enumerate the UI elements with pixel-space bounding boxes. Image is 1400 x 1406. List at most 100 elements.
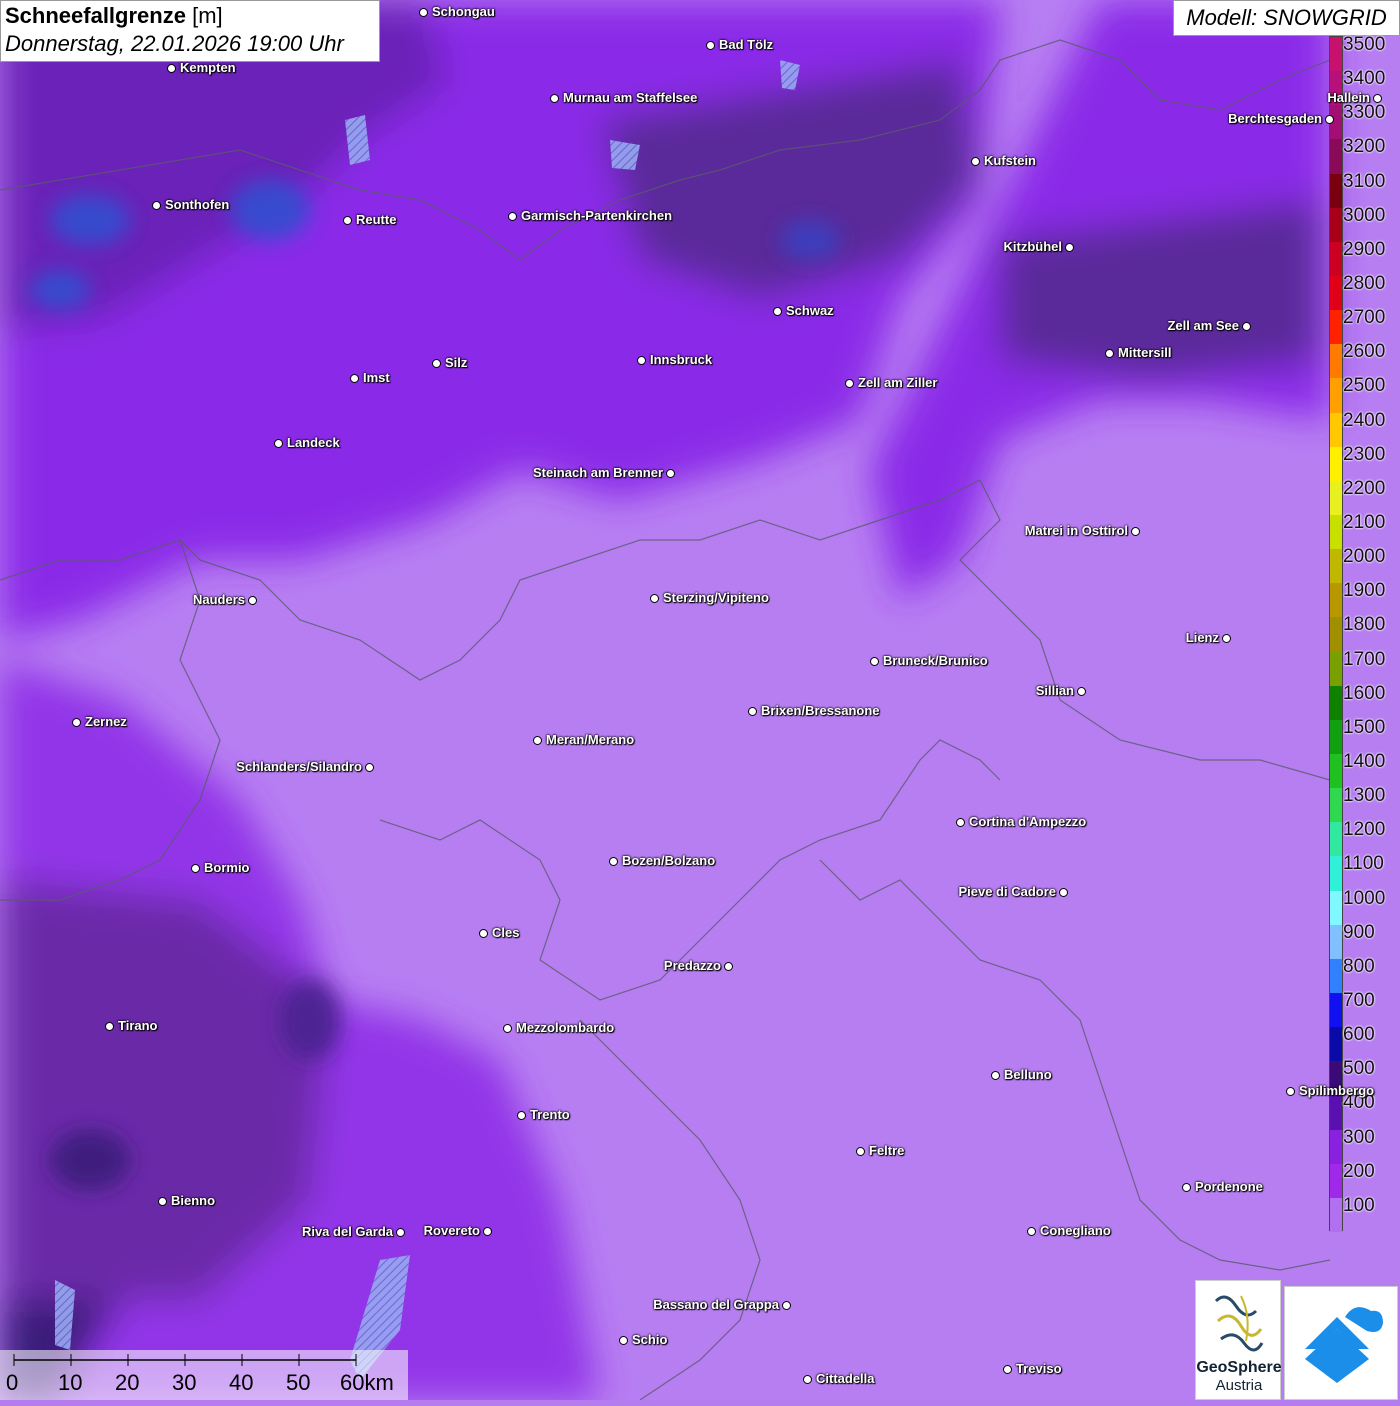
legend-swatch <box>1330 241 1342 277</box>
legend-swatch <box>1330 549 1342 584</box>
map-title: Schneefallgrenze [m] <box>5 3 375 29</box>
legend-swatch <box>1330 993 1342 1028</box>
city-label: Spilimbergo <box>1299 1083 1375 1098</box>
legend-swatch <box>1330 515 1342 550</box>
city-dot <box>248 596 257 605</box>
city-label: Murnau am Staffelsee <box>563 90 698 105</box>
city-label: Riva del Garda <box>301 1224 393 1239</box>
legend-swatch <box>1330 685 1342 721</box>
city-dot <box>479 929 488 938</box>
legend-label: 1700 <box>1343 648 1386 670</box>
legend-swatch <box>1330 207 1342 243</box>
legend-swatch <box>1330 173 1342 209</box>
legend-swatch <box>1330 480 1342 516</box>
city-label: Matrei in Osttirol <box>1024 523 1128 538</box>
city-label: Hallein <box>1327 90 1370 105</box>
legend-swatch <box>1330 651 1342 687</box>
city-dot <box>1003 1365 1012 1374</box>
legend-label: 2100 <box>1343 512 1386 533</box>
city-dot <box>1325 115 1334 124</box>
legend-swatch <box>1330 754 1342 789</box>
city-dot <box>706 41 715 50</box>
scale-tick-40: 40 <box>229 1370 254 1395</box>
city-label: Garmisch-Partenkirchen <box>521 208 673 223</box>
city-label: Silz <box>445 355 468 370</box>
legend-label: 1400 <box>1343 751 1386 772</box>
legend-label: 100 <box>1343 1194 1375 1216</box>
city-label: Zell am Ziller <box>858 375 938 390</box>
model-label: Modell: SNOWGRID <box>1173 0 1400 36</box>
weather-app-icon <box>1305 1307 1383 1383</box>
legend-label: 2600 <box>1343 341 1386 363</box>
city-label: Mezzolombardo <box>516 1020 615 1035</box>
scale-tick-10: 10 <box>58 1370 83 1395</box>
legend-swatch <box>1330 924 1342 960</box>
city-dot <box>773 307 782 316</box>
legend-label: 500 <box>1343 1058 1375 1080</box>
legend-label: 600 <box>1343 1024 1375 1046</box>
legend-label: 1100 <box>1343 853 1384 875</box>
city-label: Schwaz <box>786 303 834 318</box>
geosphere-logo-line2: Austria <box>1215 1377 1263 1394</box>
city-label: Sillian <box>1035 683 1074 698</box>
city-label: Brixen/Bressanone <box>761 703 880 718</box>
city-label: Tirano <box>118 1018 158 1033</box>
city-dot <box>1105 349 1114 358</box>
legend-label: 3200 <box>1343 136 1386 158</box>
city-dot <box>1027 1227 1036 1236</box>
legend-swatch <box>1330 412 1342 448</box>
city-dot <box>856 1147 865 1156</box>
city-label: Bruneck/Brunico <box>883 653 988 668</box>
city-dot <box>1131 527 1140 536</box>
legend-swatch <box>1330 890 1342 926</box>
map-title-main: Schneefallgrenze <box>5 3 186 28</box>
city-dot <box>432 359 441 368</box>
city-dot <box>396 1228 405 1237</box>
city-label: Sterzing/Vipiteno <box>663 590 769 605</box>
legend-swatch <box>1330 378 1342 414</box>
legend-swatch <box>1330 583 1342 618</box>
city-label: Predazzo <box>663 958 721 973</box>
legend-label: 1500 <box>1343 716 1386 738</box>
city-dot <box>956 818 965 827</box>
legend-label: 900 <box>1343 921 1375 943</box>
city-label: Imst <box>363 370 390 385</box>
legend-label: 1600 <box>1343 682 1386 704</box>
city-dot <box>803 1375 812 1384</box>
legend-label: 300 <box>1343 1126 1375 1148</box>
legend-swatch <box>1330 856 1342 892</box>
city-label: Lienz <box>1185 630 1219 645</box>
city-dot <box>550 94 559 103</box>
legend-swatch <box>1330 617 1342 653</box>
city-dot <box>637 356 646 365</box>
city-dot <box>1222 634 1231 643</box>
city-dot <box>845 379 854 388</box>
city-label: Feltre <box>869 1143 905 1158</box>
city-dot <box>419 8 428 17</box>
legend-label: 3300 <box>1343 102 1386 124</box>
legend-label: 1000 <box>1343 887 1386 909</box>
geosphere-logo[interactable]: GeoSphere Austria <box>1195 1280 1282 1400</box>
legend-swatch <box>1330 310 1342 345</box>
city-label: Belluno <box>1004 1067 1052 1082</box>
city-dot <box>1373 94 1382 103</box>
city-label: Bad Tölz <box>719 37 774 52</box>
legend-swatch <box>1330 822 1342 857</box>
legend-label: 2000 <box>1343 546 1386 568</box>
city-label: Treviso <box>1016 1361 1062 1376</box>
city-label: Bassano del Grappa <box>653 1297 779 1312</box>
city-dot <box>191 864 200 873</box>
legend-swatch <box>1330 1197 1342 1233</box>
city-dot <box>724 962 733 971</box>
city-dot <box>152 201 161 210</box>
city-dot <box>533 736 542 745</box>
city-dot <box>72 718 81 727</box>
city-label: Zernez <box>85 714 127 729</box>
city-dot <box>343 216 352 225</box>
app-logo[interactable] <box>1284 1286 1398 1400</box>
city-label: Pordenone <box>1195 1179 1263 1194</box>
city-dot <box>503 1024 512 1033</box>
legend-label: 2200 <box>1343 477 1386 499</box>
city-label: Reutte <box>356 212 397 227</box>
scale-tick-0: 0 <box>6 1370 19 1395</box>
